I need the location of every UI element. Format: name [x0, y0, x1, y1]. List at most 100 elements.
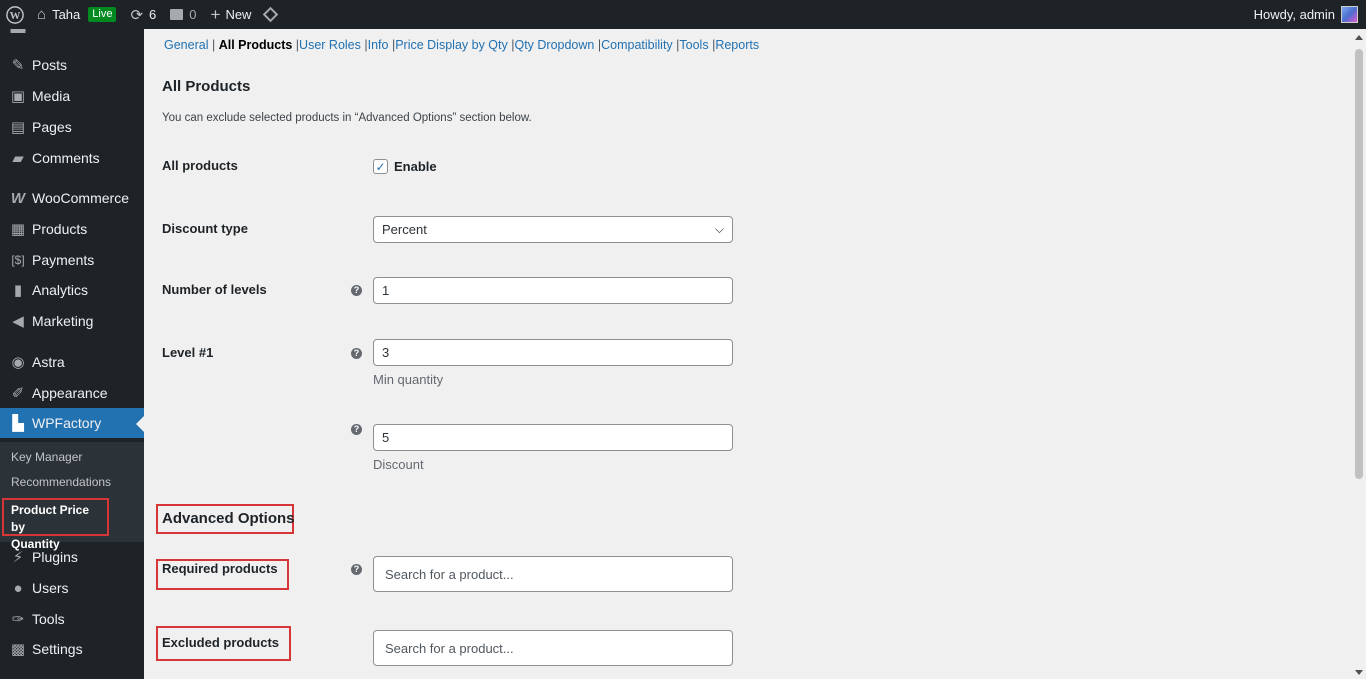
sidebar-item-comments[interactable]: ▰ Comments — [0, 143, 144, 173]
settings-tabs: General | All Products |User Roles |Info… — [164, 38, 760, 52]
sidebar-item-tools[interactable]: ✑ Tools — [0, 604, 144, 634]
section-title: All Products — [162, 78, 251, 95]
tab-all-products[interactable]: All Products — [219, 38, 293, 52]
user-icon: ● — [13, 579, 23, 597]
discount-type-label: Discount type — [162, 221, 248, 236]
sidebar-item-label: Payments — [32, 252, 95, 268]
media-icon: ▣ — [10, 88, 26, 105]
required-products-placeholder: Search for a product... — [385, 566, 514, 582]
sidebar-item-plugins[interactable]: ⚡ Plugins — [0, 542, 144, 572]
svg-text:W: W — [10, 10, 21, 22]
scroll-down-arrow-icon[interactable] — [1355, 670, 1363, 675]
submenu-current-line1: Product Price by — [11, 503, 90, 534]
required-products-label: Required products — [162, 561, 278, 576]
greeting: Howdy, admin — [1253, 7, 1335, 22]
tab-reports[interactable]: Reports — [715, 38, 759, 52]
sidebar-item-woocommerce[interactable]: W WooCommerce — [0, 183, 144, 213]
min-quantity-sublabel: Min quantity — [373, 372, 444, 387]
sidebar-item-label: Users — [32, 580, 69, 596]
admin-bar: W ⌂ Taha Live ⟳ 6 0 + New Howdy, admin — [0, 0, 1366, 29]
help-icon[interactable]: ? — [351, 285, 362, 296]
discount-value: 5 — [382, 430, 390, 445]
admin-sidebar: ▬ ✎ Posts ▣ Media ▤ Pages ▰ Comments W W… — [0, 29, 144, 679]
wrench-icon: ✑ — [11, 611, 25, 628]
sidebar-item-label: Appearance — [32, 385, 108, 401]
tab-tools[interactable]: Tools — [679, 38, 708, 52]
sidebar-item-label: Pages — [32, 119, 72, 135]
payments-icon: [$] — [11, 253, 25, 267]
levels-input[interactable]: 1 — [373, 277, 733, 304]
sidebar-item-label: Plugins — [32, 549, 78, 565]
tab-user-roles[interactable]: User Roles — [299, 38, 361, 52]
help-icon[interactable]: ? — [351, 424, 362, 435]
help-icon[interactable]: ? — [351, 564, 362, 575]
scroll-up-arrow-icon[interactable] — [1355, 35, 1363, 40]
chevron-down-icon: ⌵ — [714, 222, 724, 236]
submenu-recommendations[interactable]: Recommendations — [11, 475, 111, 489]
sidebar-item-posts[interactable]: ✎ Posts — [0, 50, 144, 80]
excluded-products-placeholder: Search for a product... — [385, 640, 514, 656]
sidebar-item-settings[interactable]: ▩ Settings — [0, 634, 144, 664]
diamond-plugin-icon[interactable] — [258, 0, 283, 29]
excluded-products-search[interactable]: Search for a product... — [373, 630, 733, 666]
sidebar-item-products[interactable]: ▦ Products — [0, 214, 144, 244]
archive-icon: ▦ — [10, 221, 26, 238]
sidebar-item-marketing[interactable]: ◀ Marketing — [0, 306, 144, 336]
discount-type-select[interactable]: Percent ⌵ — [373, 216, 733, 243]
submenu-product-price-by-quantity[interactable]: Product Price by Quantity — [2, 498, 109, 551]
new-content-link[interactable]: + New — [204, 0, 259, 29]
levels-value: 1 — [382, 283, 390, 298]
sidebar-item-wpfactory[interactable]: ▙ WPFactory — [0, 408, 144, 438]
sidebar-item-analytics[interactable]: ▮ Analytics — [0, 275, 144, 305]
tab-qty-dropdown[interactable]: Qty Dropdown — [514, 38, 594, 52]
site-name: Taha — [52, 7, 81, 22]
tab-info[interactable]: Info — [368, 38, 389, 52]
tab-general[interactable]: General — [164, 38, 208, 52]
scrollbar-thumb[interactable] — [1355, 49, 1363, 479]
sidebar-item-astra[interactable]: ◉ Astra — [0, 347, 144, 377]
sidebar-item-users[interactable]: ● Users — [0, 573, 144, 603]
tab-price-display[interactable]: Price Display by Qty — [395, 38, 508, 52]
discount-type-value: Percent — [382, 222, 427, 237]
site-name-link[interactable]: ⌂ Taha Live — [30, 0, 123, 29]
discount-input[interactable]: 5 — [373, 424, 733, 451]
chart-bar-icon: ▮ — [13, 282, 23, 299]
updates-link[interactable]: ⟳ 6 — [123, 0, 163, 29]
pin-icon: ✎ — [11, 57, 25, 74]
checkmark-icon: ✓ — [375, 159, 386, 174]
min-quantity-input[interactable]: 3 — [373, 339, 733, 366]
comments-link[interactable]: 0 — [163, 0, 203, 29]
sidebar-item-label: Media — [32, 88, 71, 104]
wordpress-logo-icon[interactable]: W — [0, 0, 30, 29]
enable-label[interactable]: Enable — [394, 159, 437, 174]
sidebar-item-label: Products — [32, 221, 88, 237]
required-products-search[interactable]: Search for a product... — [373, 556, 733, 592]
sidebar-item-label: Analytics — [32, 282, 89, 298]
wpfactory-icon: ▙ — [12, 415, 24, 432]
main-content: General | All Products |User Roles |Info… — [144, 29, 1352, 679]
comments-count: 0 — [189, 7, 197, 22]
sidebar-item-label: Astra — [32, 354, 65, 370]
enable-checkbox[interactable]: ✓ — [373, 159, 388, 174]
help-icon[interactable]: ? — [351, 348, 362, 359]
sidebar-item-media[interactable]: ▣ Media — [0, 81, 144, 111]
sidebar-item-appearance[interactable]: ✐ Appearance — [0, 378, 144, 408]
excluded-products-label: Excluded products — [162, 635, 280, 650]
my-account-link[interactable]: Howdy, admin — [1247, 0, 1366, 29]
megaphone-icon: ◀ — [12, 313, 24, 330]
submenu-key-manager[interactable]: Key Manager — [11, 450, 82, 464]
sidebar-item-dashboard-partial[interactable]: ▬ — [0, 29, 144, 43]
sidebar-item-label: Posts — [32, 57, 68, 73]
sidebar-item-label: Tools — [32, 611, 65, 627]
updates-icon: ⟳ — [130, 6, 144, 24]
astra-icon: ◉ — [11, 354, 25, 371]
woocommerce-icon: W — [10, 189, 26, 207]
sidebar-item-label: Marketing — [32, 313, 94, 329]
sidebar-item-pages[interactable]: ▤ Pages — [0, 112, 144, 142]
min-quantity-value: 3 — [382, 345, 390, 360]
tab-compatibility[interactable]: Compatibility — [601, 38, 673, 52]
sidebar-item-label: WooCommerce — [32, 190, 129, 206]
dashboard-icon: ▬ — [0, 29, 32, 37]
page-scrollbar[interactable] — [1352, 29, 1366, 679]
sidebar-item-payments[interactable]: [$] Payments — [0, 245, 144, 275]
